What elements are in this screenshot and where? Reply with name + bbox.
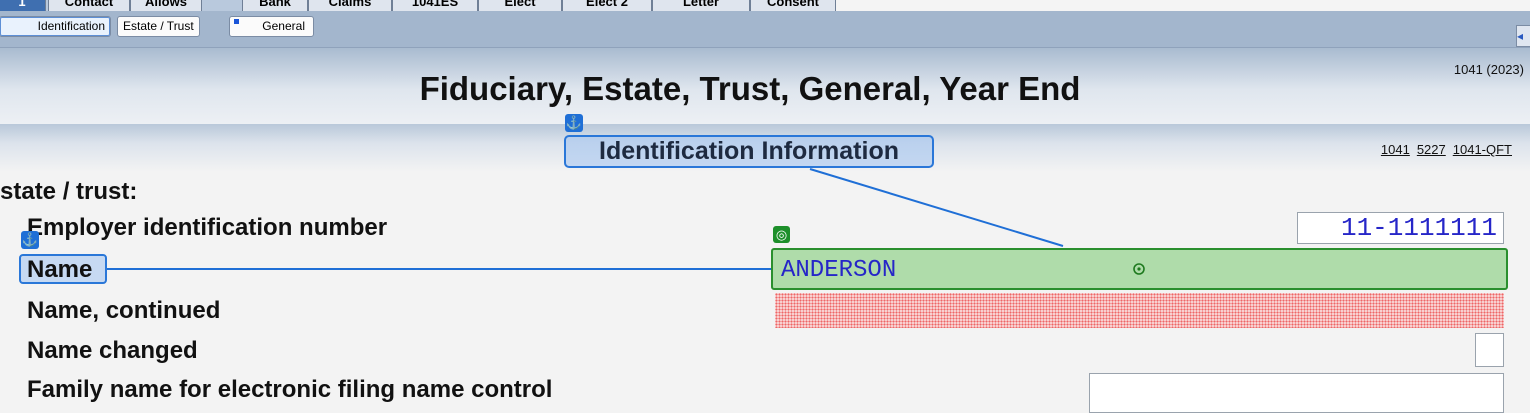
ein-input[interactable]: 11-1111111 [1297,212,1504,244]
target-icon[interactable]: ◎ [773,226,790,243]
name-continued-input[interactable] [775,293,1504,328]
family-name-label: Family name for electronic filing name c… [27,376,553,403]
ein-label: Employer identification number [27,214,388,241]
name-changed-label: Name changed [27,337,198,364]
crosshair-icon [1133,263,1145,275]
group-label: state / trust: [0,178,138,205]
link-connectors [107,168,1064,270]
name-label: Name [27,256,93,283]
name-value: ANDERSON [781,257,897,284]
name-continued-label: Name, continued [27,297,221,324]
name-changed-checkbox[interactable] [1475,333,1504,367]
anchor-icon[interactable]: ⚓ [21,231,39,249]
family-name-input[interactable] [1089,373,1504,413]
